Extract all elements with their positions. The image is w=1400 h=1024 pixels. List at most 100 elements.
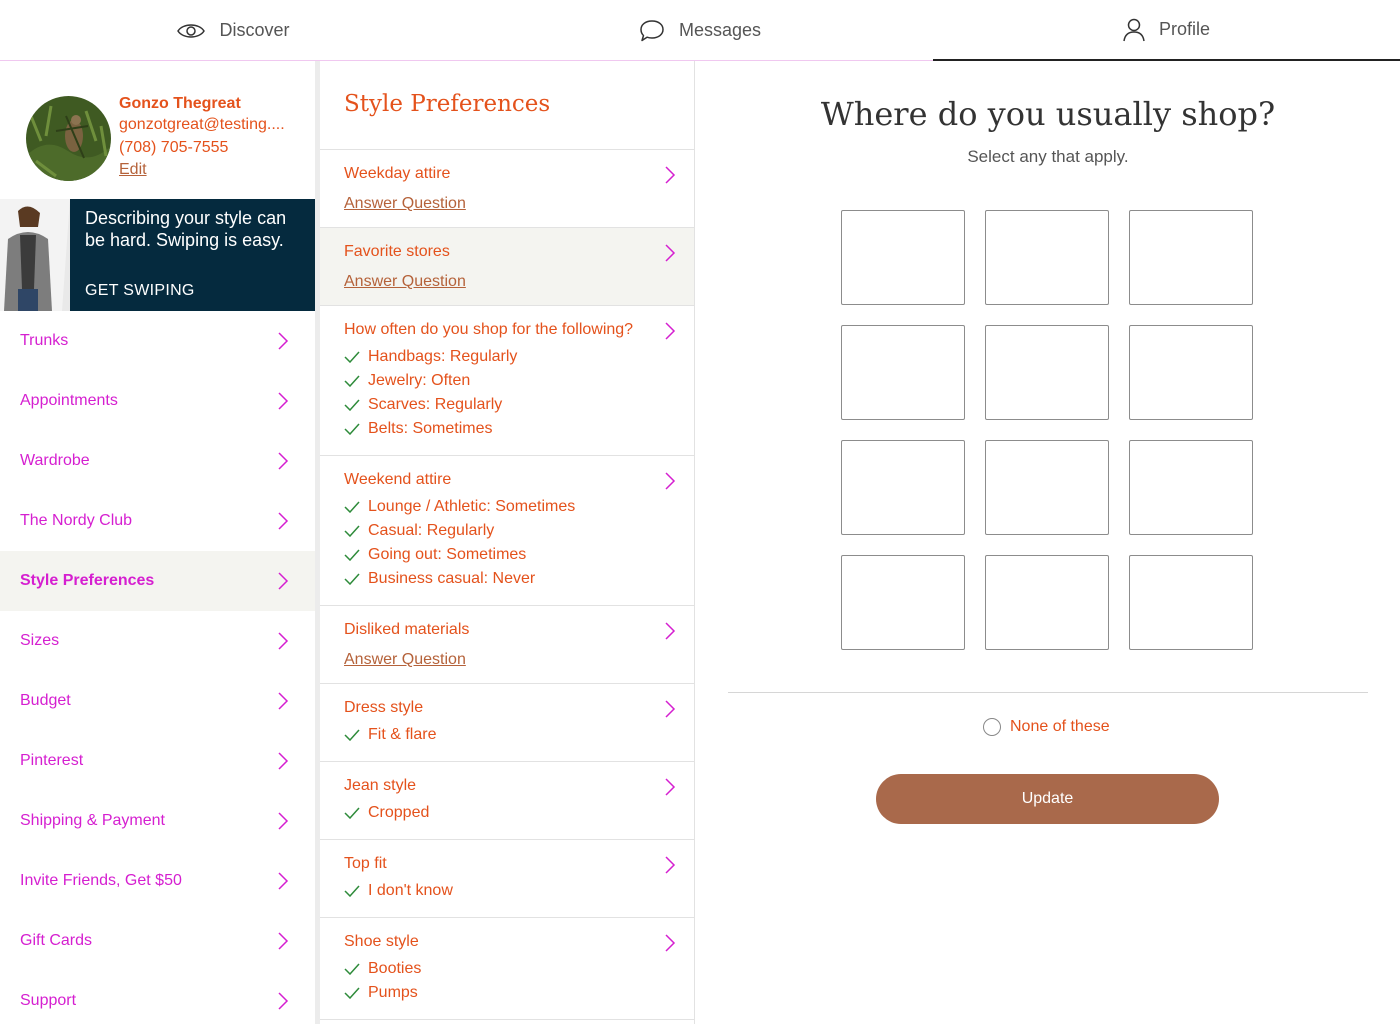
checkmark-icon <box>344 549 360 561</box>
checkmark-icon <box>344 885 360 897</box>
question-item[interactable]: Jean style Cropped <box>320 762 694 840</box>
user-phone: (708) 705-7555 <box>119 139 229 156</box>
sidebar-item-label: Sizes <box>20 632 60 649</box>
sidebar-item-label: Trunks <box>20 332 69 349</box>
store-tile[interactable] <box>1129 325 1253 420</box>
chevron-right-icon <box>665 778 676 796</box>
answer-item: Handbags: Regularly <box>344 345 654 369</box>
sidebar-item-invite-friends-get-50[interactable]: Invite Friends, Get $50 <box>0 851 315 911</box>
store-tile[interactable] <box>841 325 965 420</box>
sidebar-item-shipping-payment[interactable]: Shipping & Payment <box>0 791 315 851</box>
checkmark-icon <box>344 729 360 741</box>
chevron-right-icon <box>278 992 289 1010</box>
store-tile[interactable] <box>985 555 1109 650</box>
sidebar-item-trunks[interactable]: Trunks <box>0 311 315 371</box>
question-item[interactable]: Shoe style Booties Pumps <box>320 918 694 1020</box>
promo-text: Describing your style can be hard. Swipi… <box>85 208 287 250</box>
edit-profile-link[interactable]: Edit <box>119 161 147 179</box>
question-item[interactable]: Weekend attire Lounge / Athletic: Sometim… <box>320 456 694 606</box>
store-tile[interactable] <box>841 210 965 305</box>
store-tile[interactable] <box>985 440 1109 535</box>
answer-text: I don't know <box>368 882 453 899</box>
chevron-right-icon <box>278 512 289 530</box>
sidebar-item-sizes[interactable]: Sizes <box>0 611 315 671</box>
sidebar-nav: Trunks Appointments Wardrobe The Nordy Club… <box>0 311 315 1024</box>
sidebar-item-wardrobe[interactable]: Wardrobe <box>0 431 315 491</box>
sidebar-item-budget[interactable]: Budget <box>0 671 315 731</box>
sidebar: Gonzo Thegreat gonzotgreat@testing.... (… <box>0 61 315 1024</box>
question-item[interactable]: Weekday attire Answer Question <box>320 150 694 228</box>
chevron-right-icon <box>665 622 676 640</box>
get-swiping-link[interactable]: GET SWIPING <box>85 282 195 300</box>
answer-text: Business casual: Never <box>368 570 536 587</box>
none-of-these-radio[interactable] <box>983 718 1001 736</box>
tab-label: Discover <box>219 20 290 40</box>
store-tile[interactable] <box>1129 555 1253 650</box>
answer-text: Casual: Regularly <box>368 522 495 539</box>
sidebar-item-label: Style Preferences <box>20 572 155 589</box>
answer-text: Fit & flare <box>368 726 437 743</box>
answer-item: Lounge / Athletic: Sometimes <box>344 495 654 519</box>
answer-text: Belts: Sometimes <box>368 420 493 437</box>
checkmark-icon <box>344 963 360 975</box>
sidebar-item-label: Gift Cards <box>20 932 93 949</box>
checkmark-icon <box>344 423 360 435</box>
question-item[interactable]: Disliked materials Answer Question <box>320 606 694 684</box>
checkmark-icon <box>344 351 360 363</box>
none-of-these-option[interactable]: None of these <box>983 718 1110 736</box>
question-item[interactable]: Dress style Fit & flare <box>320 684 694 762</box>
answer-item: I don't know <box>344 879 654 903</box>
none-of-these-label: None of these <box>1010 718 1110 735</box>
page-subtitle: Select any that apply. <box>967 147 1129 166</box>
swipe-promo-banner[interactable]: Describing your style can be hard. Swipi… <box>0 199 315 311</box>
question-list: Weekday attire Answer Question Favorite st… <box>320 150 694 1020</box>
question-item[interactable]: Top fit I don't know <box>320 840 694 918</box>
avatar <box>26 96 111 181</box>
store-tile[interactable] <box>841 440 965 535</box>
tab-label: Profile <box>1158 19 1211 39</box>
chevron-right-icon <box>278 452 289 470</box>
style-preferences-panel: Style Preferences Weekday attire Answer Q… <box>320 61 695 1024</box>
tab-profile[interactable]: Profile <box>933 0 1400 61</box>
answer-list: Fit & flare <box>344 723 654 747</box>
question-item[interactable]: How often do you shop for the following?… <box>320 306 694 456</box>
answer-text: Pumps <box>368 984 418 1001</box>
answer-item: Casual: Regularly <box>344 519 654 543</box>
sidebar-item-appointments[interactable]: Appointments <box>0 371 315 431</box>
sidebar-item-style-preferences[interactable]: Style Preferences <box>0 551 315 611</box>
sidebar-item-gift-cards[interactable]: Gift Cards <box>0 911 315 971</box>
sidebar-item-pinterest[interactable]: Pinterest <box>0 731 315 791</box>
answer-item: Belts: Sometimes <box>344 417 654 441</box>
tab-messages[interactable]: Messages <box>467 0 933 61</box>
answer-text: Lounge / Athletic: Sometimes <box>368 498 576 515</box>
checkmark-icon <box>344 375 360 387</box>
answer-question-link[interactable]: Answer Question <box>344 651 466 669</box>
sidebar-item-support[interactable]: Support <box>0 971 315 1024</box>
question-title: Favorite stores <box>344 243 450 260</box>
tab-discover[interactable]: Discover <box>0 0 467 61</box>
user-email: gonzotgreat@testing.... <box>119 116 285 133</box>
question-item[interactable]: Favorite stores Answer Question <box>320 228 694 306</box>
chevron-right-icon <box>665 934 676 952</box>
answer-question-link[interactable]: Answer Question <box>344 273 466 291</box>
answer-list: Handbags: Regularly Jewelry: Often Scarves… <box>344 345 654 441</box>
store-tile[interactable] <box>985 325 1109 420</box>
sidebar-item-the-nordy-club[interactable]: The Nordy Club <box>0 491 315 551</box>
main-content: Where do you usually shop? Select any th… <box>696 61 1400 1024</box>
question-title: Dress style <box>344 699 424 716</box>
eye-icon <box>177 22 206 40</box>
store-tile[interactable] <box>841 555 965 650</box>
chevron-right-icon <box>665 244 676 262</box>
store-tile[interactable] <box>985 210 1109 305</box>
person-icon <box>1123 18 1145 42</box>
store-tile[interactable] <box>1129 440 1253 535</box>
chevron-right-icon <box>665 166 676 184</box>
question-title: Disliked materials <box>344 621 470 638</box>
sidebar-item-label: Appointments <box>20 392 118 409</box>
style-preferences-title: Style Preferences <box>320 61 694 150</box>
store-tile[interactable] <box>1129 210 1253 305</box>
answer-text: Scarves: Regularly <box>368 396 503 413</box>
update-button[interactable]: Update <box>876 774 1219 824</box>
chevron-right-icon <box>278 632 289 650</box>
answer-question-link[interactable]: Answer Question <box>344 195 466 213</box>
